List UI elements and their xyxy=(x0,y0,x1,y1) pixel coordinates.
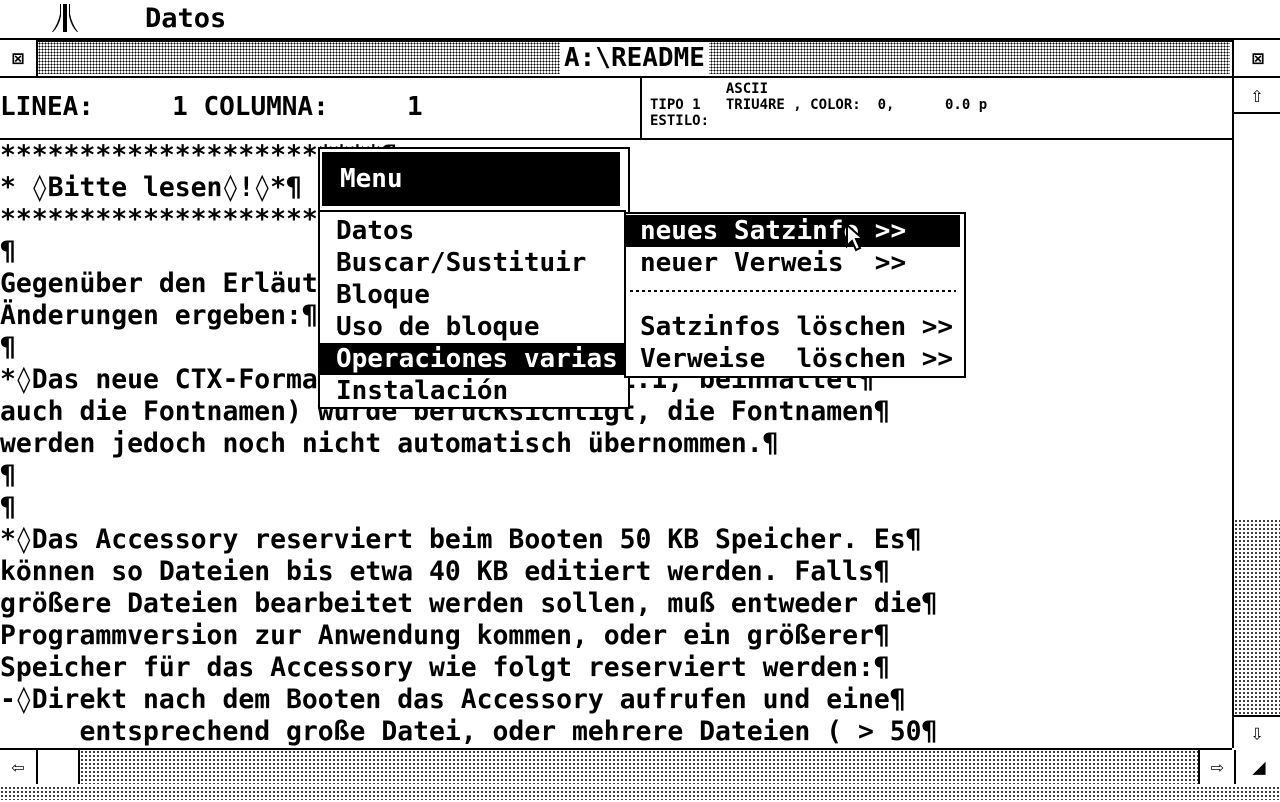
popup-menu-title: Menu xyxy=(340,164,403,194)
scroll-right-icon[interactable]: ⇨ xyxy=(1198,750,1234,784)
menu-divider xyxy=(320,210,626,212)
text-line: größere Dateien bearbeitet werden sollen… xyxy=(0,588,938,619)
close-box-icon[interactable]: ⊠ xyxy=(0,40,38,76)
menu-item-uso-de-bloque[interactable]: Uso de bloque xyxy=(320,311,624,343)
text-line: *◊Das Accessory reserviert beim Booten 5… xyxy=(0,524,922,555)
menu-item-datos[interactable]: Datos xyxy=(320,215,624,247)
font-style: ESTILO: xyxy=(650,113,710,129)
text-line: ¶ xyxy=(0,236,16,267)
font-info-box: ASCII TIPO 1 TRIU4RE , COLOR: 0, 0.0 p E… xyxy=(640,78,1234,138)
vertical-scroll-track[interactable] xyxy=(1234,519,1280,715)
size-box-icon[interactable]: ◢ xyxy=(1234,750,1280,784)
mouse-pointer-icon xyxy=(846,224,866,252)
submenu-item-neuer-verweis[interactable]: neuer Verweis >> xyxy=(626,247,960,279)
menu-item-buscar-sustituir[interactable]: Buscar/Sustituir xyxy=(320,247,624,279)
font-type-color: TIPO 1 TRIU4RE , COLOR: 0, 0.0 p xyxy=(650,97,988,113)
desktop-pattern xyxy=(0,786,1280,800)
atari-logo-icon[interactable] xyxy=(52,2,78,34)
text-line: ¶ xyxy=(0,460,16,491)
horizontal-scroll-thumb[interactable] xyxy=(38,750,80,784)
text-line: werden jedoch noch nicht automatisch übe… xyxy=(0,428,779,459)
text-line: Änderungen ergeben:¶ xyxy=(0,300,318,331)
submenu-item-satzinfos-loeschen[interactable]: Satzinfos löschen >> xyxy=(626,311,960,343)
submenu-item-verweise-loeschen[interactable]: Verweise löschen >> xyxy=(626,343,960,375)
menubar-item-datos[interactable]: Datos xyxy=(145,2,226,36)
scroll-down-icon[interactable]: ⇩ xyxy=(1234,715,1280,750)
horizontal-scroll-track[interactable] xyxy=(80,750,1198,784)
window-title: A:\README xyxy=(560,42,709,74)
text-line: Speicher für das Accessory wie folgt res… xyxy=(0,652,890,683)
text-line: Gegenüber den Erläut xyxy=(0,268,318,299)
vertical-scroll-thumb[interactable] xyxy=(1234,114,1280,519)
text-line: entsprechend große Datei, oder mehrere D… xyxy=(0,716,938,747)
text-line: ¶ xyxy=(0,332,16,363)
menu-item-operaciones-varias[interactable]: Operaciones varias xyxy=(320,343,624,375)
text-line: ¶ xyxy=(0,492,16,523)
font-charset: ASCII xyxy=(650,81,769,97)
text-line: können so Dateien bis etwa 40 KB editier… xyxy=(0,556,890,587)
submenu-item-neues-satzinfo[interactable]: neues Satzinfo >> xyxy=(626,215,960,247)
menu-item-instalacion[interactable]: Instalación xyxy=(320,375,624,407)
submenu-divider xyxy=(630,290,956,294)
fuller-box-icon[interactable]: ⊠ xyxy=(1232,40,1280,76)
scroll-left-icon[interactable]: ⇦ xyxy=(0,750,38,784)
text-line: Programmversion zur Anwendung kommen, od… xyxy=(0,620,890,651)
menu-item-bloque[interactable]: Bloque xyxy=(320,279,624,311)
text-line: -◊Direkt nach dem Booten das Accessory a… xyxy=(0,684,906,715)
cursor-position: LINEA: 1 COLUMNA: 1 xyxy=(0,92,423,122)
scroll-up-icon[interactable]: ⇧ xyxy=(1234,78,1280,114)
text-line: * ◊Bitte lesen◊!◊*¶ xyxy=(0,172,302,203)
